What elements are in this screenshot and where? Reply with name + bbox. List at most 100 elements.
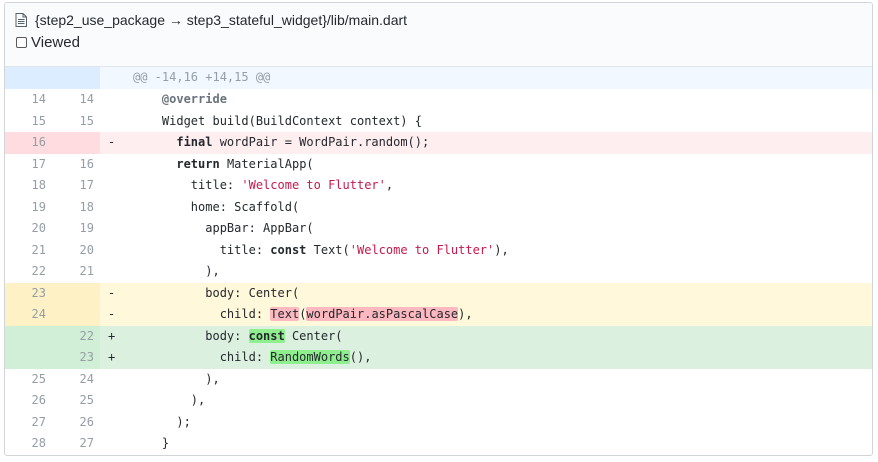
code-line: body: Center( — [133, 282, 872, 304]
diff-sign — [100, 218, 133, 240]
old-line-number[interactable]: 16 — [5, 132, 52, 154]
diff-line: 26 25 ), — [5, 390, 872, 412]
file-path-row: {step2_use_package → step3_stateful_widg… — [15, 10, 872, 30]
code-line: @override — [133, 89, 872, 111]
old-line-number[interactable]: 25 — [5, 369, 52, 391]
old-line-number[interactable]: 28 — [5, 433, 52, 455]
code-token: child: — [133, 307, 271, 321]
diff-sign — [100, 261, 133, 283]
file-icon — [15, 13, 27, 27]
code-token: final — [176, 135, 213, 149]
new-line-number[interactable]: 25 — [52, 390, 100, 412]
code-line: return MaterialApp( — [133, 154, 872, 176]
diff-line: 16 - final wordPair = WordPair.random(); — [5, 132, 872, 154]
new-line-number[interactable]: 16 — [52, 154, 100, 176]
hunk-expand-cell[interactable] — [5, 67, 52, 89]
new-line-number[interactable]: 14 — [52, 89, 100, 111]
new-line-number[interactable]: 27 — [52, 433, 100, 455]
old-line-number[interactable]: 27 — [5, 412, 52, 434]
new-line-number[interactable]: 17 — [52, 175, 100, 197]
code-token: wordPair = WordPair.random(); — [212, 135, 430, 149]
diff-table: @@ -14,16 +14,15 @@ 14 14 @override 15 15 W… — [5, 67, 872, 455]
diff-line: 24 - child: Text(wordPair.asPascalCase), — [5, 304, 872, 326]
diff-sign — [100, 412, 133, 434]
code-token: body: Center( — [133, 285, 300, 300]
code-token: (), — [349, 350, 372, 364]
old-line-number[interactable]: 26 — [5, 390, 52, 412]
old-line-number[interactable]: 20 — [5, 218, 52, 240]
new-line-number[interactable]: 23 — [52, 347, 100, 369]
diff-sign — [100, 175, 133, 197]
new-line-number[interactable]: 19 — [52, 218, 100, 240]
old-line-number[interactable]: 19 — [5, 197, 52, 219]
code-token: title: — [133, 242, 271, 257]
new-line-number[interactable]: 20 — [52, 240, 100, 262]
old-line-number[interactable]: 17 — [5, 154, 52, 176]
diff-sign: - — [100, 304, 133, 326]
new-line-number[interactable]: 22 — [52, 325, 100, 347]
old-line-number[interactable]: 22 — [5, 261, 52, 283]
code-token: child: — [133, 350, 271, 364]
new-line-number[interactable]: 21 — [52, 261, 100, 283]
diff-sign — [100, 240, 133, 262]
code-token: Text — [270, 307, 300, 321]
viewed-checkbox[interactable] — [16, 36, 27, 48]
code-token: appBar: AppBar( — [133, 221, 314, 235]
diff-line: 14 14 @override — [5, 89, 872, 111]
viewed-label[interactable]: Viewed — [31, 34, 80, 51]
diff-line: 17 16 return MaterialApp( — [5, 154, 872, 176]
code-token: , — [385, 178, 394, 192]
diff-sign — [100, 154, 133, 176]
code-token: Text( — [306, 242, 350, 257]
file-path[interactable]: {step2_use_package → step3_stateful_widg… — [35, 12, 407, 28]
new-line-number[interactable]: 18 — [52, 197, 100, 219]
code-token: ), — [133, 264, 220, 278]
old-line-number[interactable]: 24 — [5, 304, 52, 326]
code-token: 'Welcome to Flutter' — [241, 178, 386, 192]
code-token: ), — [133, 371, 220, 386]
code-line: ); — [133, 412, 872, 434]
code-token: Center( — [284, 328, 343, 343]
diff-sign — [100, 111, 133, 133]
hunk-expand-cell-new[interactable] — [52, 67, 100, 89]
code-line: body: const Center( — [133, 325, 872, 347]
diff-sign: - — [100, 132, 133, 154]
old-line-number[interactable]: 21 — [5, 240, 52, 262]
code-token: ), — [133, 393, 206, 407]
code-token: Widget build(BuildContext context) { — [133, 113, 422, 128]
code-line: final wordPair = WordPair.random(); — [133, 132, 872, 154]
old-line-number[interactable] — [5, 347, 52, 369]
file-header: {step2_use_package → step3_stateful_widg… — [5, 3, 872, 67]
code-token: const — [270, 242, 307, 257]
viewed-toggle[interactable]: Viewed — [15, 31, 872, 53]
new-line-number[interactable] — [52, 304, 100, 326]
code-line: home: Scaffold( — [133, 197, 872, 219]
code-token: body: — [133, 328, 249, 343]
old-line-number[interactable]: 14 — [5, 89, 52, 111]
old-line-number[interactable] — [5, 325, 52, 347]
new-line-number[interactable] — [52, 132, 100, 154]
hunk-header-row[interactable]: @@ -14,16 +14,15 @@ — [5, 67, 872, 89]
old-line-number[interactable]: 23 — [5, 282, 52, 304]
new-line-number[interactable]: 15 — [52, 111, 100, 133]
new-line-number[interactable]: 26 — [52, 412, 100, 434]
diff-line: 25 24 ), — [5, 369, 872, 391]
diff-line: 23 + child: RandomWords(), — [5, 347, 872, 369]
diff-line: 21 20 title: const Text('Welcome to Flutt… — [5, 240, 872, 262]
code-token: } — [133, 436, 170, 450]
old-line-number[interactable]: 15 — [5, 111, 52, 133]
code-line: Widget build(BuildContext context) { — [133, 111, 872, 133]
new-line-number[interactable] — [52, 282, 100, 304]
old-line-number[interactable]: 18 — [5, 175, 52, 197]
code-line: title: const Text('Welcome to Flutter'), — [133, 240, 872, 262]
code-token: title: — [133, 178, 242, 192]
code-token: ), — [494, 242, 509, 257]
diff-sign — [100, 89, 133, 111]
code-token: home: Scaffold( — [133, 199, 300, 214]
diff-sign: + — [100, 325, 133, 347]
diff-sign — [100, 433, 133, 455]
new-line-number[interactable]: 24 — [52, 369, 100, 391]
diff-line: 18 17 title: 'Welcome to Flutter', — [5, 175, 872, 197]
